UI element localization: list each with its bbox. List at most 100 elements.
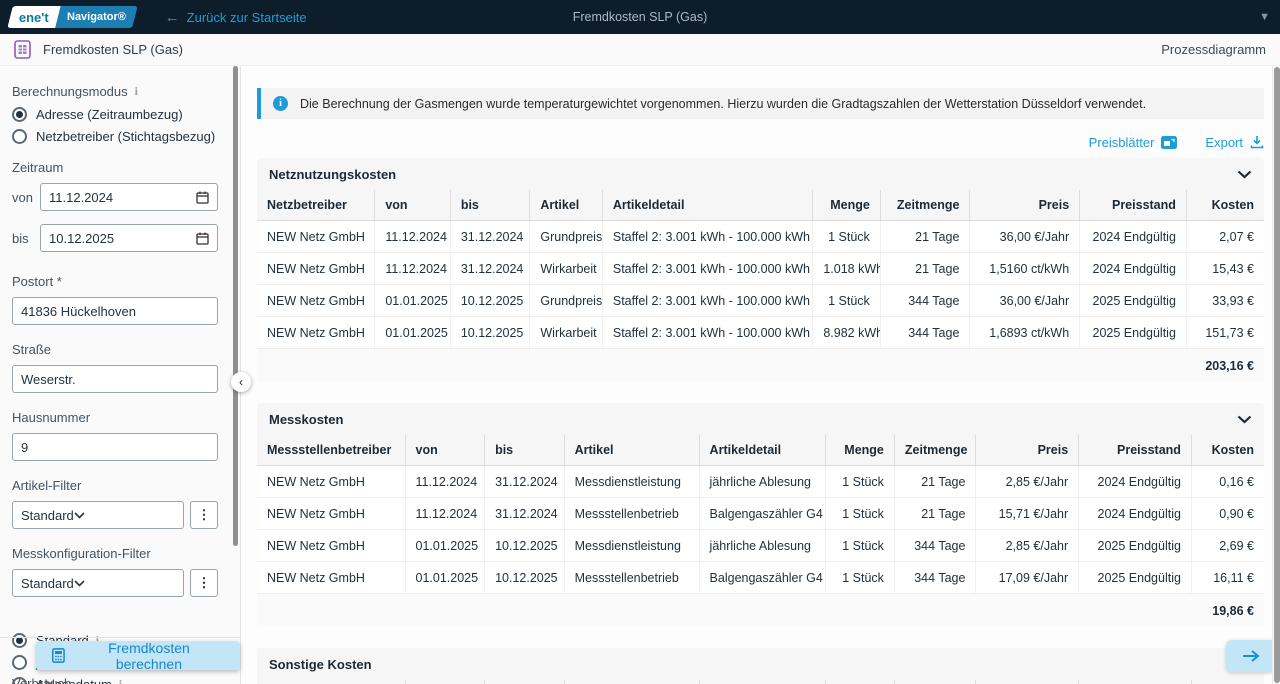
fremdkosten-berechnen-button[interactable]: Fremdkosten berechnen [36, 641, 240, 670]
radio-button-selected [12, 633, 27, 648]
table-cell: Messdienstleistung [564, 466, 699, 498]
sidebar-collapse-button[interactable]: ‹ [231, 372, 251, 392]
table-row: NEW Netz GmbH01.01.202510.12.2025Messste… [257, 562, 1264, 594]
enet-navigator-logo[interactable]: ene't Navigator® [7, 6, 137, 28]
back-link-label: Zurück zur Startseite [187, 10, 307, 25]
table-cell: NEW Netz GmbH [257, 221, 375, 253]
table-cell: 15,71 €/Jahr [976, 498, 1079, 530]
messkosten-table: MessstellenbetreibervonbisArtikelArtikel… [257, 435, 1264, 594]
column-header: Netzbetreiber [257, 190, 375, 221]
artikel-filter-select[interactable]: Standard [12, 501, 184, 529]
section-sonstige-kosten: Sonstige Kosten [257, 648, 1264, 684]
column-header: Menge [813, 190, 880, 221]
table-cell: Messstellenbetrieb [564, 498, 699, 530]
section-title: Messkosten [269, 412, 343, 427]
table-cell: 10.12.2025 [450, 285, 530, 317]
strasse-input[interactable]: Weserstr. [12, 365, 218, 393]
window-title: Fremdkosten SLP (Gas) [573, 10, 708, 24]
table-cell: 21 Tage [880, 253, 970, 285]
table-cell: 10.12.2025 [485, 530, 565, 562]
calendar-icon[interactable] [196, 232, 209, 245]
table-row: NEW Netz GmbH01.01.202510.12.2025Wirkarb… [257, 317, 1264, 349]
export-link[interactable]: Export [1205, 135, 1264, 150]
column-header [257, 680, 405, 684]
info-icon[interactable]: i [135, 84, 138, 99]
column-header [699, 680, 826, 684]
main-scrollbar[interactable] [1272, 66, 1280, 684]
table-cell: 1,6893 ct/kWh [970, 317, 1080, 349]
preisblaetter-window-icon [1161, 136, 1177, 149]
table-row: NEW Netz GmbH11.12.202431.12.2024Grundpr… [257, 221, 1264, 253]
table-cell: 2024 Endgültig [1080, 221, 1187, 253]
prozessdiagramm-link[interactable]: Prozessdiagramm [1161, 42, 1266, 57]
table-cell: 31.12.2024 [485, 498, 565, 530]
table-cell: 10.12.2025 [485, 562, 565, 594]
column-header: Zeitmenge [880, 190, 970, 221]
table-cell: 2024 Endgültig [1079, 498, 1192, 530]
messkonfiguration-filter-menu-button[interactable]: ⋮ [190, 569, 218, 597]
table-cell: 11.12.2024 [405, 466, 485, 498]
table-cell: 1 Stück [826, 498, 894, 530]
logo-brand-segment: ene't [7, 6, 60, 28]
table-cell: 01.01.2025 [375, 317, 451, 349]
main-scrollbar-thumb[interactable] [1274, 67, 1280, 683]
hausnummer-input[interactable]: 9 [12, 433, 218, 461]
table-cell: Wirkarbeit [530, 253, 603, 285]
report-document-icon [14, 40, 31, 59]
table-cell: 31.12.2024 [450, 221, 530, 253]
table-cell: 1 Stück [826, 466, 894, 498]
chevron-down-icon [74, 512, 85, 519]
column-header: Artikeldetail [699, 435, 826, 466]
table-cell: 2024 Endgültig [1079, 466, 1192, 498]
chevron-down-icon[interactable] [1237, 415, 1252, 424]
table-cell: NEW Netz GmbH [257, 562, 405, 594]
chevron-down-icon[interactable] [1237, 170, 1252, 179]
bis-date-input[interactable]: 10.12.2025 [40, 224, 218, 252]
back-arrow-icon: ← [165, 9, 180, 26]
messkosten-total: 19,86 € [257, 594, 1264, 627]
product-text: Navigator® [67, 11, 126, 23]
sidebar-scrollbar-thumb[interactable] [233, 66, 238, 546]
chevron-down-icon[interactable]: ▼ [1259, 11, 1270, 23]
table-cell: 2025 Endgültig [1079, 530, 1192, 562]
section-title: Netznutzungskosten [269, 167, 396, 182]
preisblaetter-link[interactable]: Preisblätter [1089, 135, 1178, 150]
calendar-icon[interactable] [196, 191, 209, 204]
table-cell: 2,85 €/Jahr [976, 530, 1079, 562]
table-cell: Staffel 2: 3.001 kWh - 100.000 kWh [602, 221, 812, 253]
messkonfiguration-filter-select[interactable]: Standard [12, 569, 184, 597]
table-cell: Staffel 2: 3.001 kWh - 100.000 kWh [602, 285, 812, 317]
netznutzungskosten-table: NetzbetreibervonbisArtikelArtikeldetailM… [257, 190, 1264, 349]
next-arrow-button[interactable] [1226, 640, 1276, 672]
table-cell: 11.12.2024 [375, 253, 451, 285]
column-header [1191, 680, 1264, 684]
table-cell: 36,00 €/Jahr [970, 221, 1080, 253]
table-cell: 151,73 € [1186, 317, 1264, 349]
verbrauch-label: Verbrauch [12, 676, 219, 684]
table-cell: 33,93 € [1186, 285, 1264, 317]
hausnummer-label: Hausnummer [12, 410, 218, 425]
brand-text: ene't [19, 10, 49, 25]
table-header-row: MessstellenbetreibervonbisArtikelArtikel… [257, 435, 1264, 466]
table-cell: 1 Stück [826, 562, 894, 594]
back-to-start-link[interactable]: ← Zurück zur Startseite [165, 9, 307, 26]
artikel-filter-menu-button[interactable]: ⋮ [190, 501, 218, 529]
table-cell: 2,69 € [1191, 530, 1264, 562]
table-cell: jährliche Ablesung [699, 466, 826, 498]
von-date-input[interactable]: 11.12.2024 [40, 183, 218, 211]
postort-input[interactable]: 41836 Hückelhoven [12, 297, 218, 325]
table-cell: 1 Stück [813, 285, 880, 317]
radio-adresse-zeitraumbezug[interactable]: Adresse (Zeitraumbezug) [12, 107, 218, 122]
bis-label: bis [12, 231, 40, 246]
table-row: NEW Netz GmbH01.01.202510.12.2025Messdie… [257, 530, 1264, 562]
radio-netzbetreiber-stichtagsbezug[interactable]: Netzbetreiber (Stichtagsbezug) [12, 129, 218, 144]
column-header: bis [450, 190, 530, 221]
column-header [485, 680, 565, 684]
table-cell: Grundpreis [530, 285, 603, 317]
messkonfiguration-filter-label: Messkonfiguration-Filter [12, 546, 218, 561]
table-header-row: NetzbetreibervonbisArtikelArtikeldetailM… [257, 190, 1264, 221]
results-panel: i Die Berechnung der Gasmengen wurde tem… [241, 66, 1280, 684]
table-cell: 1.018 kWh [813, 253, 880, 285]
sticky-footer-divider [0, 637, 241, 638]
column-header: bis [485, 435, 565, 466]
